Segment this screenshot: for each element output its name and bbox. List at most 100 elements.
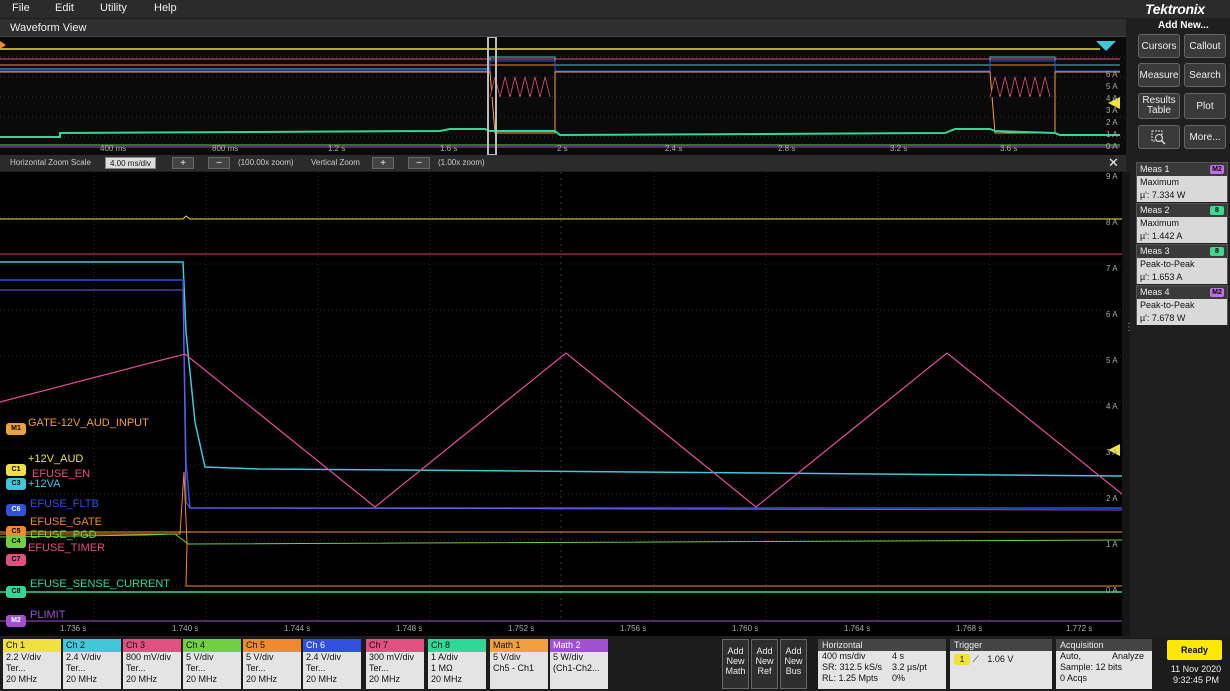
overview-y-tick: 2 A xyxy=(1106,118,1118,127)
meas-title: Meas 1 xyxy=(1140,164,1170,174)
overview-y-tick: 4 A xyxy=(1106,94,1118,103)
channel-7-badge[interactable]: Ch 7 300 mV/div Ter... 20 MHz xyxy=(366,639,424,689)
menu-utility[interactable]: Utility xyxy=(100,2,127,14)
overview-x-tick: 2 s xyxy=(557,144,568,153)
channel-termination: 1 MΩ xyxy=(431,663,453,673)
panel-resize-handle[interactable]: ⋮ xyxy=(1122,172,1134,636)
main-y-tick: 7 A xyxy=(1106,264,1118,273)
vertical-zoom-factor: (1.00x zoom) xyxy=(438,158,485,167)
channel-scale: 5 V/div xyxy=(246,652,274,662)
meas-3-badge[interactable]: Meas 3 8 Peak-to-Peak µ': 1.653 A xyxy=(1136,244,1228,284)
horizontal-zoom-in-button[interactable]: + xyxy=(172,157,194,169)
vertical-zoom-out-button[interactable]: − xyxy=(408,157,430,169)
channel-badge-c1[interactable]: C1 xyxy=(6,464,26,476)
meas-type: Peak-to-Peak xyxy=(1140,259,1195,269)
channel-2-badge[interactable]: Ch 2 2.4 V/div Ter... 20 MHz xyxy=(63,639,121,689)
run-stop-status-button[interactable]: Ready xyxy=(1167,640,1222,660)
acquisition-analyze: Analyze xyxy=(1112,651,1145,661)
trigger-badge[interactable]: Trigger 1 ⟋ 1.06 V xyxy=(950,639,1052,689)
plot-button[interactable]: Plot xyxy=(1184,93,1226,119)
cursors-button[interactable]: Cursors xyxy=(1138,34,1180,58)
channel-5-badge[interactable]: Ch 55 V/div Ter... 20 MHz xyxy=(243,639,301,689)
math-1-badge[interactable]: Math 15 V/div Ch5 - Ch1 xyxy=(490,639,548,689)
acquisition-badge[interactable]: Acquisition Auto, Analyze Sample: 12 bits… xyxy=(1056,639,1152,689)
horizontal-badge[interactable]: Horizontal 400 ms/div 4 s SR: 312.5 kS/s 3… xyxy=(818,639,946,689)
meas-2-badge[interactable]: Meas 2 8 Maximum µ': 1.442 A xyxy=(1136,203,1228,243)
channel-badge-m1[interactable]: M1 xyxy=(6,423,26,435)
channel-bandwidth: 20 MHz xyxy=(431,674,463,684)
results-table-button[interactable]: Results Table xyxy=(1138,93,1180,119)
channel-badge-m2[interactable]: M2 xyxy=(6,615,26,627)
meas-title: Meas 2 xyxy=(1140,205,1170,215)
label-efuse-pgd: EFUSE_PGD xyxy=(30,529,97,541)
add-new-bus-button[interactable]: Add New Bus xyxy=(780,639,807,689)
main-y-tick: 4 A xyxy=(1106,402,1118,411)
channel-4-badge[interactable]: Ch 45 V/div Ter... 20 MHz xyxy=(183,639,241,689)
overview-x-tick: 2.8 s xyxy=(778,144,796,153)
channel-name: Ch 6 xyxy=(303,639,361,652)
overview-x-tick: 1.2 s xyxy=(328,144,346,153)
channel-name: Ch 4 xyxy=(183,639,241,652)
zoom-waveform[interactable]: 9 A 8 A 7 A 6 A 5 A 4 A 3 A 2 A 1 A 0 A … xyxy=(0,172,1123,636)
channel-bandwidth: 20 MHz xyxy=(369,674,401,684)
overview-y-tick: 0 A xyxy=(1106,142,1118,151)
channel-name: Ch 5 xyxy=(243,639,301,652)
channel-scale: 300 mV/div xyxy=(369,652,415,662)
overview-waveform[interactable]: 400 ms 800 ms 1.2 s 1.6 s 2 s 2.4 s 2.8 … xyxy=(0,36,1126,156)
horizontal-zoom-label: Horizontal Zoom Scale xyxy=(10,158,91,167)
add-new-math-button[interactable]: Add New Math xyxy=(722,639,749,689)
meas-type: Maximum xyxy=(1140,218,1180,228)
main-x-tick: 1.768 s xyxy=(956,624,983,633)
trigger-position: 0% xyxy=(892,673,906,683)
channel-scale: 2.2 V/div xyxy=(6,652,42,662)
channel-name: Ch 2 xyxy=(63,639,121,652)
channel-bandwidth: 20 MHz xyxy=(126,674,158,684)
menu-edit[interactable]: Edit xyxy=(55,2,74,14)
meas-1-badge[interactable]: Meas 1 M2 Maximum µ': 7.334 W xyxy=(1136,162,1228,202)
main-x-tick: 1.748 s xyxy=(396,624,423,633)
trigger-level: 1.06 V xyxy=(987,654,1014,664)
channel-badge-c3[interactable]: C3 xyxy=(6,478,26,490)
math-2-badge[interactable]: Math 25 W/div (Ch1-Ch2... xyxy=(550,639,608,689)
meas-type: Peak-to-Peak xyxy=(1140,300,1195,310)
meas-4-badge[interactable]: Meas 4 M2 Peak-to-Peak µ': 7.678 W xyxy=(1136,285,1228,325)
vertical-zoom-label: Vertical Zoom xyxy=(311,158,360,167)
time: 9:32:45 PM xyxy=(1172,675,1220,685)
waveform-view-title: Waveform View xyxy=(10,22,87,34)
vertical-zoom-in-button[interactable]: + xyxy=(372,157,394,169)
zoom-search-button[interactable] xyxy=(1138,125,1180,149)
horizontal-zoom-scale-field[interactable]: 4.00 ms/div xyxy=(105,157,156,169)
horizontal-zoom-out-button[interactable]: − xyxy=(208,157,230,169)
overview-x-tick: 800 ms xyxy=(212,144,239,153)
menu-file[interactable]: File xyxy=(12,2,30,14)
meas-title: Meas 3 xyxy=(1140,246,1170,256)
channel-termination: Ter... xyxy=(246,663,266,673)
measure-button[interactable]: Measure xyxy=(1138,63,1180,87)
callout-button[interactable]: Callout xyxy=(1184,34,1226,58)
close-zoom-icon[interactable]: ✕ xyxy=(1108,155,1119,171)
channel-badge-c4[interactable]: C4 xyxy=(6,536,26,548)
channel-badge-c8[interactable]: C8 xyxy=(6,586,26,598)
channel-bandwidth: 20 MHz xyxy=(66,674,98,684)
menu-help[interactable]: Help xyxy=(154,2,177,14)
channel-3-badge[interactable]: Ch 3 800 mV/div Ter... 20 MHz xyxy=(123,639,181,689)
search-button[interactable]: Search xyxy=(1184,63,1226,87)
overview-y-tick: 6 A xyxy=(1106,70,1118,79)
add-new-ref-button[interactable]: Add New Ref xyxy=(751,639,778,689)
label-gate-12v-aud-input: GATE-12V_AUD_INPUT xyxy=(28,417,149,429)
channel-badge-c6[interactable]: C6 xyxy=(6,504,26,516)
channel-1-badge[interactable]: Ch 1 2.2 V/div Ter... 20 MHz xyxy=(3,639,61,689)
main-y-tick: 1 A xyxy=(1106,540,1118,549)
channel-bandwidth: 20 MHz xyxy=(246,674,278,684)
channel-6-badge[interactable]: Ch 6 2.4 V/div Ter... 20 MHz xyxy=(303,639,361,689)
meas-value: µ': 1.442 A xyxy=(1140,231,1183,241)
more-button[interactable]: More... xyxy=(1184,125,1226,149)
horizontal-zoom-factor: (100.00x zoom) xyxy=(238,158,294,167)
meas-value: µ': 7.334 W xyxy=(1140,190,1186,200)
acquisition-mode: Auto, xyxy=(1060,651,1082,661)
record-length: RL: 1.25 Mpts xyxy=(822,673,879,683)
channel-badge-c7[interactable]: C7 xyxy=(6,554,26,566)
channel-8-badge[interactable]: Ch 81 A/div 1 MΩ 20 MHz xyxy=(428,639,486,689)
main-x-tick: 1.764 s xyxy=(844,624,871,633)
main-x-tick: 1.736 s xyxy=(60,624,87,633)
